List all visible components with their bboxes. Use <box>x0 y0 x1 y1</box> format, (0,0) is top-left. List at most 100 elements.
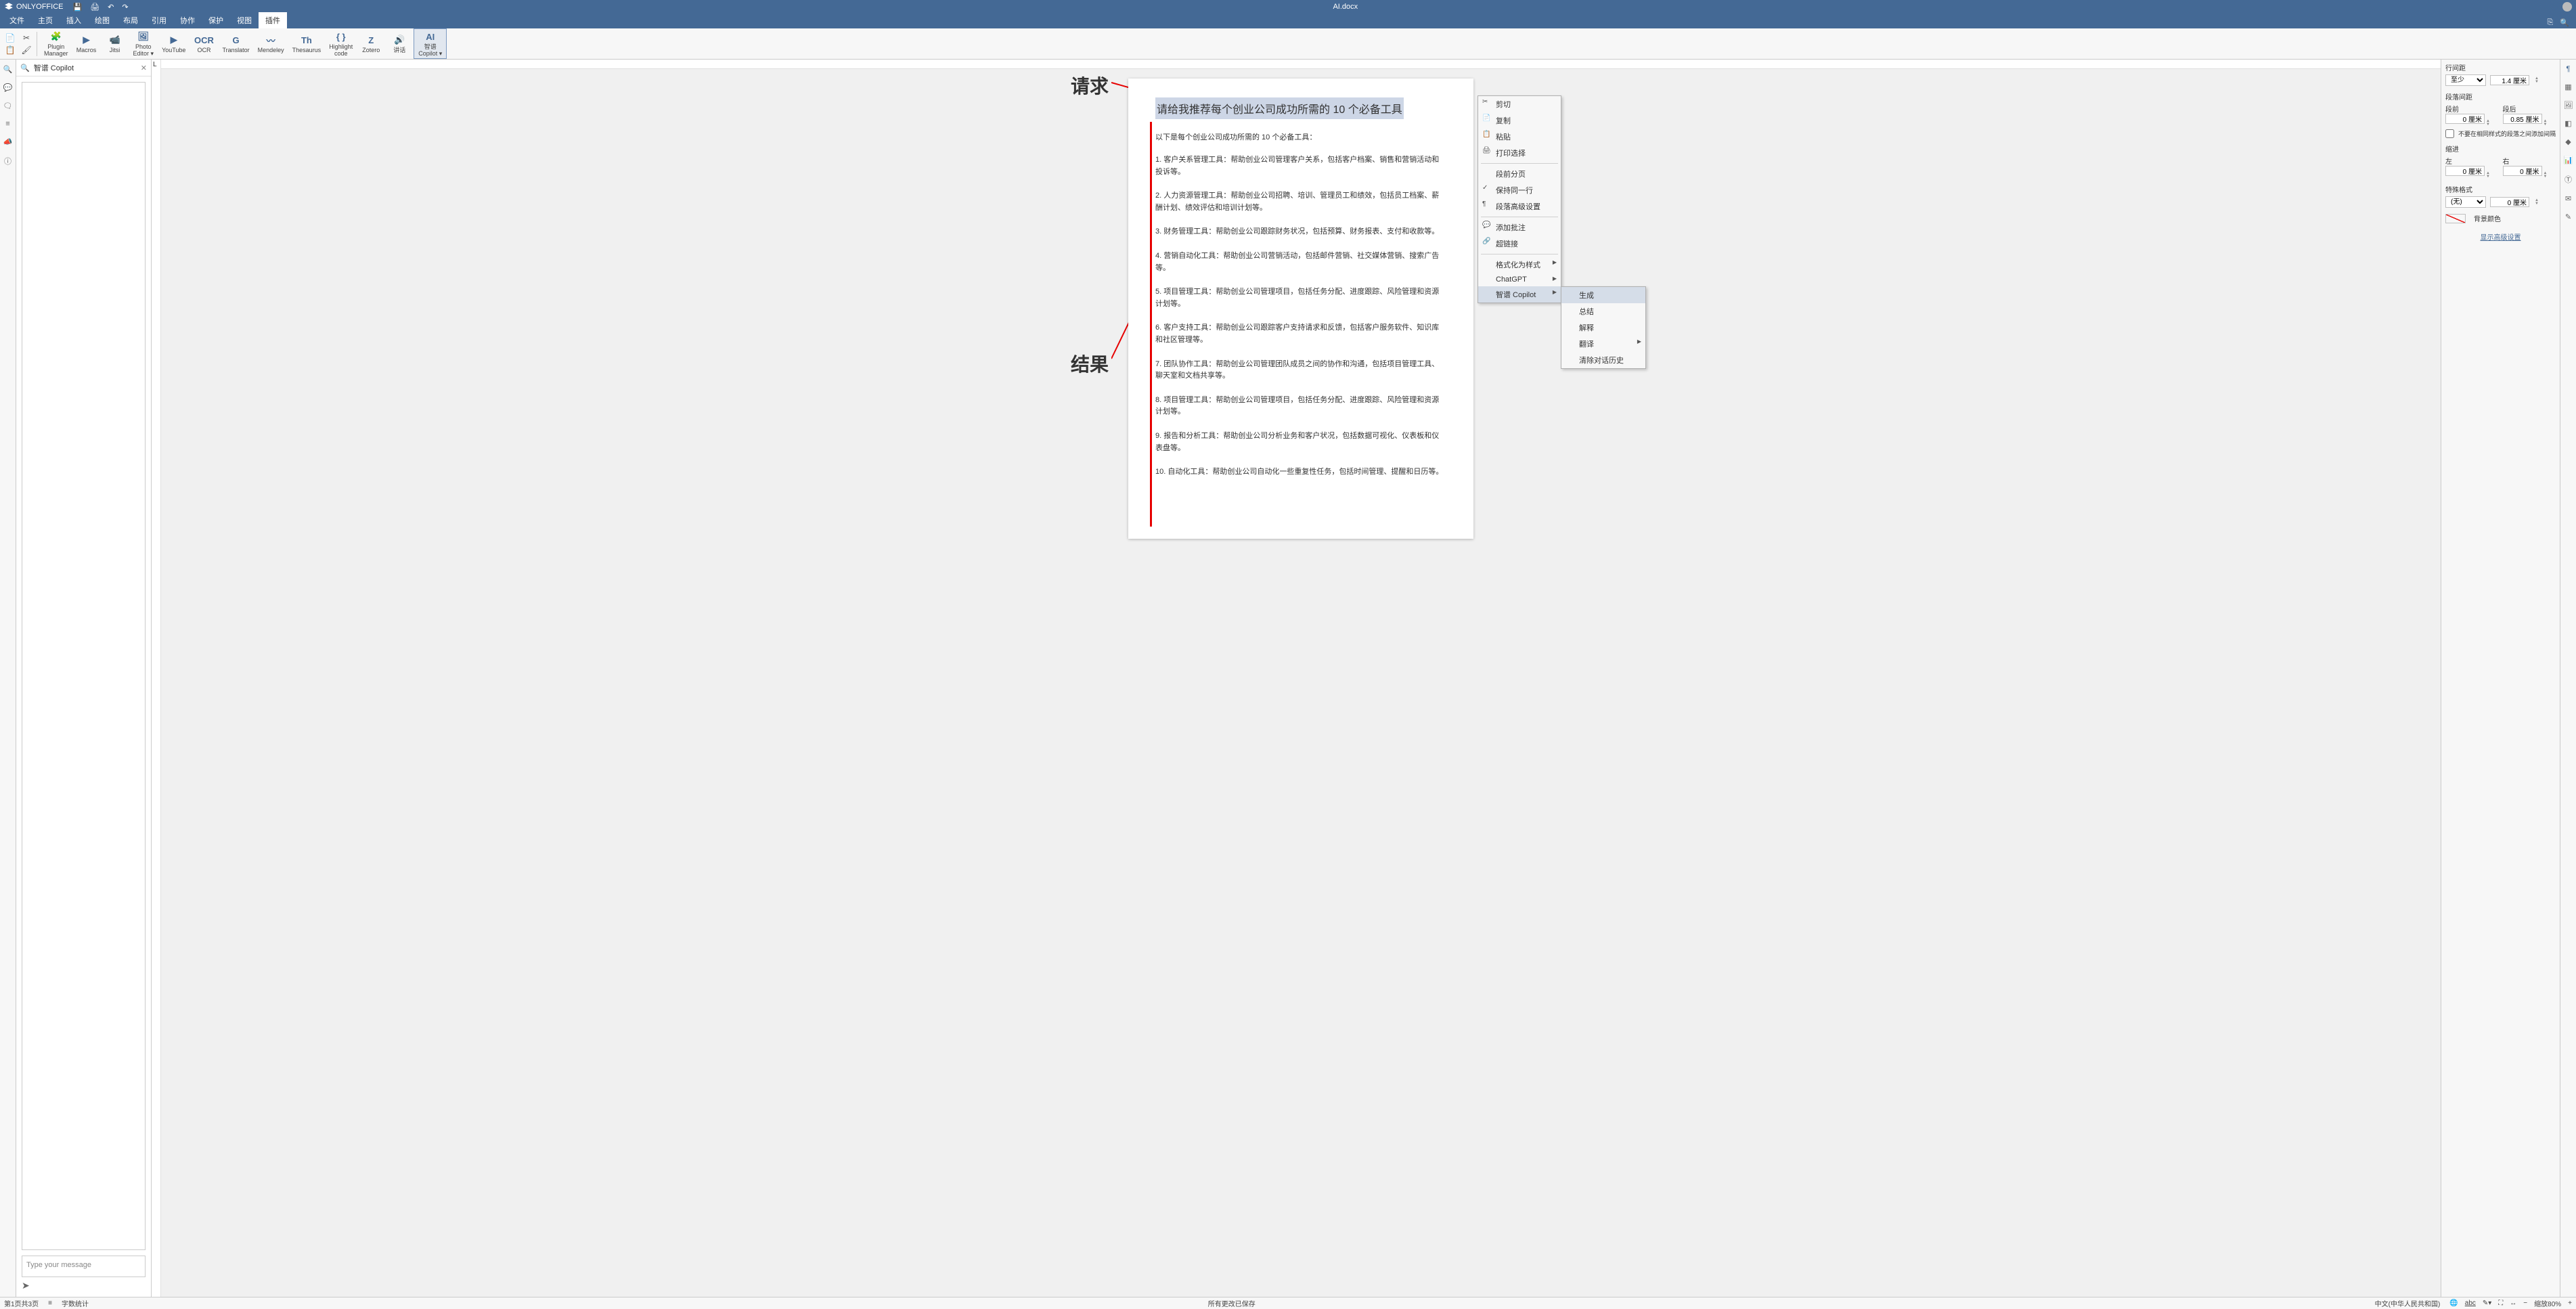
tab-协作[interactable]: 协作 <box>173 12 202 28</box>
fit-width-icon[interactable]: ↔ <box>2510 1300 2516 1307</box>
info-rail-icon[interactable]: ⓘ <box>4 156 12 167</box>
search-icon[interactable]: 🔍 <box>2560 18 2569 27</box>
document-item[interactable]: 2. 人力资源管理工具：帮助创业公司招聘、培训、管理员工和绩效，包括员工档案、薪… <box>1155 190 1446 214</box>
submenu-item-清除对话历史[interactable]: 清除对话历史 <box>1561 352 1645 368</box>
spacing-before[interactable] <box>2445 114 2485 124</box>
panel-search-icon[interactable]: 🔍 <box>20 64 30 72</box>
signature-rail-icon[interactable]: ✎ <box>2565 213 2571 221</box>
tab-视图[interactable]: 视图 <box>230 12 259 28</box>
open-file-icon[interactable]: ⎘ <box>2547 18 2553 27</box>
copilot-input[interactable]: Type your message <box>22 1256 146 1277</box>
macros-button[interactable]: ▶Macros <box>72 28 101 59</box>
feedback-rail-icon[interactable]: 📣 <box>3 137 13 146</box>
print-icon[interactable]: 🖨 <box>90 3 99 12</box>
document-item[interactable]: 5. 项目管理工具：帮助创业公司管理项目，包括任务分配、进度跟踪、风险管理和资源… <box>1155 286 1446 310</box>
save-icon[interactable]: 💾 <box>72 3 82 12</box>
mendeley-button[interactable]: 〰Mendeley <box>254 28 288 59</box>
ai-copilot-button[interactable]: AI智谱 Copilot ▾ <box>414 28 447 59</box>
track-changes-icon[interactable]: ✎▾ <box>2483 1300 2491 1307</box>
page-count[interactable]: 第1页共3页 <box>4 1298 39 1308</box>
menu-item-复制[interactable]: 📄复制 <box>1478 112 1561 129</box>
prompt-text[interactable]: 请给我推荐每个创业公司成功所需的 10 个必备工具 <box>1155 97 1404 119</box>
header-rail-icon[interactable]: ◧ <box>2564 119 2571 128</box>
send-icon[interactable]: ➤ <box>22 1280 146 1291</box>
zoom-out-icon[interactable]: − <box>2523 1300 2527 1307</box>
text-art-rail-icon[interactable]: Ⓣ <box>2564 174 2572 185</box>
tab-保护[interactable]: 保护 <box>202 12 230 28</box>
menu-item-粘贴[interactable]: 📋粘贴 <box>1478 129 1561 145</box>
chat-rail-icon[interactable]: 🗨 <box>3 102 13 110</box>
close-icon[interactable]: ✕ <box>141 64 147 72</box>
cut-icon[interactable]: ✂ <box>22 33 31 43</box>
image-rail-icon[interactable]: 🖼 <box>2564 101 2573 110</box>
menu-item-段落高级设置[interactable]: ¶段落高级设置 <box>1478 198 1561 215</box>
menu-item-超链接[interactable]: 🔗超链接 <box>1478 236 1561 252</box>
plugin-manager-button[interactable]: 🧩Plugin Manager <box>40 28 72 59</box>
zoom-level[interactable]: 缩放80% <box>2534 1298 2561 1308</box>
document-item[interactable]: 6. 客户支持工具：帮助创业公司跟踪客户支持请求和反馈，包括客户服务软件、知识库… <box>1155 322 1446 346</box>
tab-绘图[interactable]: 绘图 <box>88 12 116 28</box>
photo-editor-button[interactable]: 🖼Photo Editor ▾ <box>129 28 158 59</box>
tab-布局[interactable]: 布局 <box>116 12 145 28</box>
highlight-code-button[interactable]: { }Highlight code <box>325 28 357 59</box>
language-icon[interactable]: 🌐 <box>2449 1300 2458 1307</box>
chart-rail-icon[interactable]: 📊 <box>2564 156 2573 164</box>
youtube-button[interactable]: ▶YouTube <box>158 28 190 59</box>
menu-item-添加批注[interactable]: 💬添加批注 <box>1478 219 1561 236</box>
intro-text[interactable]: 以下是每个创业公司成功所需的 10 个必备工具： <box>1155 131 1446 142</box>
tab-主页[interactable]: 主页 <box>31 12 60 28</box>
menu-item-智谱 Copilot[interactable]: 智谱 Copilot▶生成总结解释翻译▶清除对话历史 <box>1478 286 1561 303</box>
speak-button[interactable]: 🔊讲话 <box>385 28 414 59</box>
menu-item-打印选择[interactable]: 🖨打印选择 <box>1478 145 1561 161</box>
jitsi-button[interactable]: 📹Jitsi <box>101 28 129 59</box>
bg-color-swatch[interactable] <box>2445 214 2466 223</box>
no-space-checkbox[interactable] <box>2445 129 2454 138</box>
mail-merge-rail-icon[interactable]: ✉ <box>2565 194 2571 203</box>
document-item[interactable]: 4. 营销自动化工具：帮助创业公司营销活动，包括邮件营销、社交媒体营销、搜索广告… <box>1155 250 1446 274</box>
zotero-button[interactable]: ZZotero <box>357 28 385 59</box>
submenu-item-翻译[interactable]: 翻译▶ <box>1561 336 1645 352</box>
format-painter-icon[interactable]: 🖌 <box>22 45 31 55</box>
undo-icon[interactable]: ↶ <box>108 3 114 12</box>
tab-插入[interactable]: 插入 <box>60 12 88 28</box>
redo-icon[interactable]: ↷ <box>122 3 128 12</box>
word-count[interactable]: 字数统计 <box>62 1298 89 1308</box>
document-item[interactable]: 10. 自动化工具：帮助创业公司自动化一些重复性任务，包括时间管理、提醒和日历等… <box>1155 466 1446 479</box>
fit-page-icon[interactable]: ⛶ <box>2498 1300 2503 1307</box>
translator-button[interactable]: GTranslator <box>218 28 253 59</box>
document-page[interactable]: 请给我推荐每个创业公司成功所需的 10 个必备工具 以下是每个创业公司成功所需的… <box>1128 79 1473 539</box>
table-rail-icon[interactable]: ▦ <box>2564 83 2571 91</box>
line-spacing-value[interactable] <box>2490 75 2529 85</box>
zoom-in-icon[interactable]: + <box>2568 1300 2572 1307</box>
menu-item-格式化为样式[interactable]: 格式化为样式▶ <box>1478 257 1561 273</box>
tab-引用[interactable]: 引用 <box>145 12 173 28</box>
menu-item-段前分页[interactable]: 段前分页 <box>1478 166 1561 182</box>
indent-right[interactable] <box>2503 166 2542 176</box>
submenu-item-总结[interactable]: 总结 <box>1561 303 1645 319</box>
special-value[interactable] <box>2490 197 2529 207</box>
paragraph-rail-icon[interactable]: ¶ <box>2567 65 2571 73</box>
line-spacing-type[interactable]: 至少 <box>2445 74 2486 86</box>
spellcheck-icon[interactable]: abc <box>2465 1300 2476 1307</box>
search-rail-icon[interactable]: 🔍 <box>3 65 13 74</box>
thesaurus-button[interactable]: ThThesaurus <box>288 28 326 59</box>
comments-rail-icon[interactable]: 💬 <box>3 83 13 92</box>
headings-rail-icon[interactable]: ≡ <box>5 120 9 128</box>
document-item[interactable]: 9. 报告和分析工具：帮助创业公司分析业务和客户状况，包括数据可视化、仪表板和仪… <box>1155 430 1446 454</box>
submenu-item-生成[interactable]: 生成 <box>1561 287 1645 303</box>
tab-插件[interactable]: 插件 <box>259 12 287 28</box>
special-type[interactable]: (无) <box>2445 196 2486 208</box>
tab-文件[interactable]: 文件 <box>3 12 31 28</box>
menu-item-ChatGPT[interactable]: ChatGPT▶ <box>1478 273 1561 286</box>
document-item[interactable]: 3. 财务管理工具：帮助创业公司跟踪财务状况，包括预算、财务报表、支付和收款等。 <box>1155 226 1446 238</box>
shape-rail-icon[interactable]: ◆ <box>2565 137 2571 146</box>
document-item[interactable]: 7. 团队协作工具：帮助创业公司管理团队成员之间的协作和沟通，包括项目管理工具、… <box>1155 359 1446 382</box>
menu-item-保持同一行[interactable]: ✓保持同一行 <box>1478 182 1561 198</box>
submenu-item-解释[interactable]: 解释 <box>1561 319 1645 336</box>
indent-left[interactable] <box>2445 166 2485 176</box>
document-item[interactable]: 8. 项目管理工具：帮助创业公司管理项目，包括任务分配、进度跟踪、风险管理和资源… <box>1155 395 1446 418</box>
ocr-button[interactable]: OCROCR <box>190 28 218 59</box>
advanced-settings-link[interactable]: 显示高级设置 <box>2445 231 2556 242</box>
menu-item-剪切[interactable]: ✂剪切 <box>1478 96 1561 112</box>
doc-language[interactable]: 中文(中华人民共和国) <box>2375 1298 2441 1308</box>
